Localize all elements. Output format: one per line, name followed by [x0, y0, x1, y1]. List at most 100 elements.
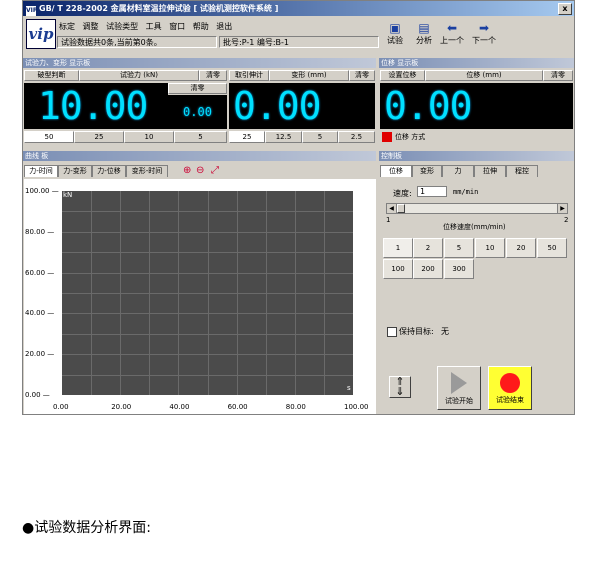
reset-view-icon[interactable]: ⤢ — [211, 165, 219, 176]
menu-tools[interactable]: 工具 — [146, 22, 162, 31]
speed-btn-2[interactable]: 2 — [413, 238, 443, 258]
slider-thumb[interactable] — [397, 204, 405, 213]
start-test-button[interactable]: 试验开始 — [437, 366, 481, 410]
y-tick-label: 100.00 — — [25, 187, 59, 195]
deform-scale-1[interactable]: 25 — [229, 131, 265, 143]
plot-area[interactable] — [62, 191, 353, 395]
speed-input[interactable]: 1 — [417, 186, 447, 197]
jog-button[interactable]: ⇑ ⇓ — [389, 376, 411, 398]
x-tick-label: 40.00 — [169, 403, 190, 411]
close-button[interactable]: x — [558, 3, 572, 15]
arrow-right-icon: ➡ — [478, 21, 490, 35]
menu-adjust[interactable]: 调整 — [83, 22, 99, 31]
speed-btn-20[interactable]: 20 — [506, 238, 536, 258]
force-scale-2[interactable]: 25 — [74, 131, 124, 143]
set-disp-button[interactable]: 设置位移 — [380, 70, 425, 81]
tab-force-deform[interactable]: 力-变形 — [58, 165, 92, 177]
tab-program[interactable]: 程控 — [506, 165, 538, 177]
deform-scale-4[interactable]: 2.5 — [338, 131, 375, 143]
slider-right-arrow[interactable]: ▶ — [557, 204, 567, 213]
speed-unit: mm/min — [453, 188, 479, 196]
deform-scale-3[interactable]: 5 — [302, 131, 338, 143]
y-tick-label: 0.00 — — [25, 391, 50, 399]
speed-btn-5[interactable]: 5 — [444, 238, 474, 258]
deform-scale-2[interactable]: 12.5 — [265, 131, 302, 143]
tab-deform-time[interactable]: 变形-时间 — [126, 165, 168, 177]
small-clear-button[interactable]: 清零 — [168, 83, 227, 94]
record-status: 试验数据共0条,当前第0条。 — [57, 36, 217, 48]
mode-indicator — [382, 132, 392, 142]
peak-force-display: 0.00 — [168, 95, 227, 129]
hold-target-checkbox[interactable] — [387, 327, 397, 337]
force-scale-3[interactable]: 10 — [124, 131, 174, 143]
zoom-out-icon[interactable]: ⊖ — [196, 165, 204, 176]
analysis-icon: ▤ — [418, 21, 430, 35]
tab-force-time[interactable]: 力-时间 — [24, 165, 58, 177]
x-unit-label: s — [347, 384, 351, 392]
disp-label: 位移 (mm) — [425, 70, 543, 81]
break-judge-button[interactable]: 破型判断 — [24, 70, 79, 81]
speed-btn-300[interactable]: 300 — [444, 259, 474, 279]
force-scale-1[interactable]: 50 — [24, 131, 74, 143]
x-tick-label: 0.00 — [53, 403, 69, 411]
x-tick-label: 100.00 — [344, 403, 369, 411]
menu-test-type[interactable]: 试验类型 — [106, 22, 138, 31]
menu-calibrate[interactable]: 标定 — [59, 22, 75, 31]
y-unit-label: kN — [63, 191, 73, 199]
stop-icon — [500, 373, 520, 393]
control-panel-header: 控制板 — [379, 151, 574, 161]
menu-window[interactable]: 窗口 — [169, 22, 185, 31]
force-clear-button[interactable]: 清零 — [199, 70, 227, 81]
hold-target-label: 保持目标: — [399, 327, 434, 336]
menu-bar: 标定 调整 试验类型 工具 窗口 帮助 退出 — [59, 21, 237, 33]
analysis-button[interactable]: ▤ 分析 — [413, 21, 435, 46]
deform-display: 0.00 — [229, 83, 375, 129]
disp-mode-label: 位移 方式 — [395, 133, 426, 141]
y-tick-label: 20.00 — — [25, 350, 55, 359]
slider-left-arrow[interactable]: ◀ — [387, 204, 397, 213]
menu-exit[interactable]: 退出 — [216, 22, 232, 31]
title-bar: VIP GB/ T 228-2002 金属材料室温拉伸试验 [ 试验机测控软件系统… — [23, 1, 574, 16]
speed-btn-1[interactable]: 1 — [383, 238, 413, 258]
y-tick-label: 80.00 — — [25, 227, 55, 236]
window-title: GB/ T 228-2002 金属材料室温拉伸试验 [ 试验机测控软件系统 ] — [39, 4, 279, 13]
hold-target-value: 无 — [441, 327, 449, 336]
speed-slider[interactable]: ◀ ▶ — [386, 203, 568, 214]
batch-status: 批号:P-1 编号:B-1 — [219, 36, 379, 48]
tab-displacement[interactable]: 位移 — [380, 165, 412, 177]
vip-logo: vip — [26, 19, 56, 49]
extensometer-button[interactable]: 取引伸计 — [229, 70, 269, 81]
plot-grid — [62, 191, 353, 395]
end-test-button[interactable]: 试验结束 — [488, 366, 532, 410]
y-tick-label: 40.00 — — [25, 309, 55, 318]
tab-deformation[interactable]: 变形 — [412, 165, 442, 177]
force-display: 10.00 — [24, 83, 168, 129]
deform-clear-button[interactable]: 清零 — [349, 70, 375, 81]
test-button[interactable]: ▣ 试验 — [384, 21, 406, 46]
arrow-left-icon: ⬅ — [446, 21, 458, 35]
tab-tension[interactable]: 拉伸 — [474, 165, 506, 177]
y-tick-label: 60.00 — — [25, 268, 55, 277]
speed-title: 位移速度(mm/min) — [443, 223, 506, 231]
disp-display: 0.00 — [380, 83, 573, 129]
speed-btn-10[interactable]: 10 — [475, 238, 505, 258]
caption: ●试验数据分析界面: — [22, 520, 151, 536]
speed-label: 速度: — [393, 189, 412, 198]
zoom-in-icon[interactable]: ⊕ — [183, 165, 191, 176]
disp-clear-button[interactable]: 清零 — [543, 70, 573, 81]
next-button[interactable]: ➡ 下一个 — [470, 21, 498, 46]
slider-max: 2 — [564, 216, 569, 224]
speed-btn-50[interactable]: 50 — [537, 238, 567, 258]
tab-force-disp[interactable]: 力-位移 — [92, 165, 126, 177]
deform-label: 变形 (mm) — [269, 70, 349, 81]
force-label: 试验力 (kN) — [79, 70, 199, 81]
speed-btn-100[interactable]: 100 — [383, 259, 413, 279]
tab-force[interactable]: 力 — [442, 165, 474, 177]
prev-button[interactable]: ⬅ 上一个 — [438, 21, 466, 46]
test-icon: ▣ — [389, 21, 401, 35]
main-window: VIP GB/ T 228-2002 金属材料室温拉伸试验 [ 试验机测控软件系统… — [22, 0, 575, 415]
speed-btn-200[interactable]: 200 — [413, 259, 443, 279]
menu-help[interactable]: 帮助 — [193, 22, 209, 31]
force-scale-4[interactable]: 5 — [174, 131, 227, 143]
x-tick-label: 60.00 — [227, 403, 248, 411]
